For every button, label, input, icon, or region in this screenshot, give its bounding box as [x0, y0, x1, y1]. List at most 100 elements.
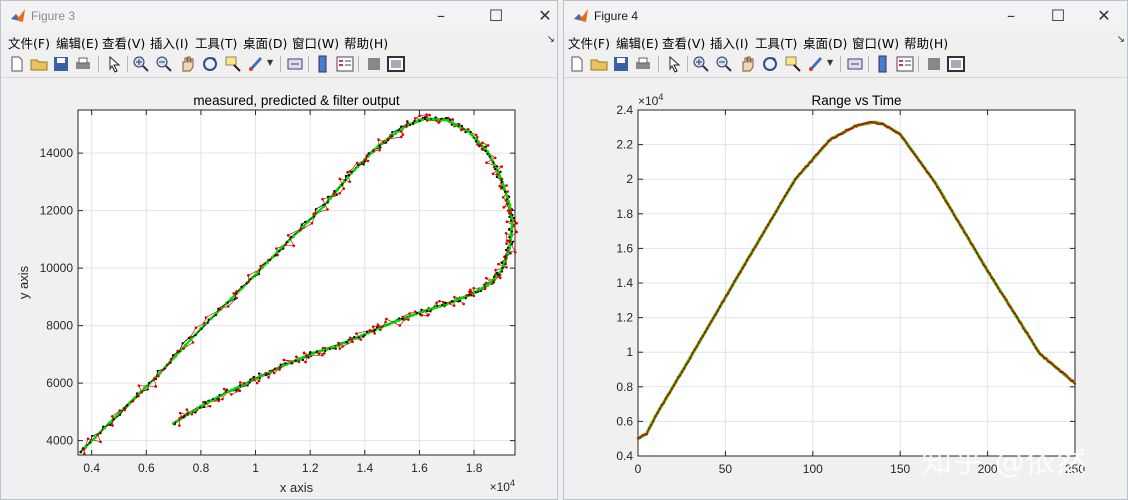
x-tick-label: 100 — [803, 462, 823, 476]
brush-icon[interactable] — [246, 54, 266, 74]
brush-dropdown-icon[interactable]: ▼ — [267, 58, 273, 67]
title-bar[interactable]: Figure 3 – ☐ ✕ — [1, 1, 557, 31]
colorbar-icon[interactable] — [873, 54, 893, 74]
legend-icon[interactable] — [895, 54, 915, 74]
measured-point — [259, 264, 262, 268]
brush-icon[interactable] — [806, 54, 826, 74]
print-icon[interactable] — [633, 54, 653, 74]
zoom-out-icon[interactable] — [714, 54, 734, 74]
range-point — [946, 202, 949, 205]
menu-insert[interactable]: 插入(I) — [150, 33, 188, 52]
brush-dropdown-icon[interactable]: ▼ — [827, 58, 833, 67]
measured-point — [297, 360, 301, 364]
measured-point — [508, 240, 512, 243]
range-point — [978, 256, 981, 259]
range-point — [969, 242, 973, 245]
predicted-point — [508, 215, 511, 219]
predicted-point — [202, 405, 206, 409]
hide-plot-tools-icon[interactable] — [924, 54, 944, 74]
open-file-icon[interactable] — [589, 54, 609, 74]
range-point — [806, 164, 809, 168]
data-cursor-icon[interactable] — [783, 54, 803, 74]
menu-tools[interactable]: 工具(T) — [195, 33, 237, 52]
pan-icon[interactable] — [737, 54, 757, 74]
minimize-button[interactable]: – — [988, 3, 1034, 29]
range-point — [990, 276, 993, 279]
maximize-button[interactable]: ☐ — [473, 3, 519, 29]
close-button[interactable]: ✕ — [1081, 3, 1127, 29]
measured-point — [493, 156, 497, 160]
filter-output-point — [209, 316, 213, 321]
colorbar-icon[interactable] — [313, 54, 333, 74]
range-point — [965, 233, 968, 237]
menu-view[interactable]: 查看(V) — [662, 33, 705, 52]
link-plot-icon[interactable] — [285, 54, 305, 74]
menu-desktop[interactable]: 桌面(D) — [803, 33, 847, 52]
toolbar-separator — [840, 56, 841, 72]
range-point — [959, 224, 962, 227]
close-button[interactable]: ✕ — [522, 3, 557, 29]
maximize-button[interactable]: ☐ — [1035, 3, 1081, 29]
range-point — [892, 129, 895, 132]
range-point — [1024, 330, 1027, 333]
measured-point — [513, 219, 516, 223]
menu-window[interactable]: 窗口(W) — [852, 33, 899, 52]
range-point — [1038, 352, 1042, 356]
menu-window[interactable]: 窗口(W) — [292, 33, 339, 52]
measured-point — [226, 305, 230, 308]
x-tick-label: 0.4 — [83, 461, 100, 475]
rotate-3d-icon[interactable] — [760, 54, 780, 74]
pointer-icon[interactable] — [104, 54, 124, 74]
predicted-point — [457, 300, 460, 303]
hide-plot-tools-icon[interactable] — [364, 54, 384, 74]
menu-view[interactable]: 查看(V) — [102, 33, 145, 52]
data-cursor-icon[interactable] — [223, 54, 243, 74]
filter-output-point — [407, 314, 411, 319]
new-figure-icon[interactable] — [7, 54, 27, 74]
rotate-3d-icon[interactable] — [200, 54, 220, 74]
title-bar[interactable]: Figure 4 – ☐ ✕ — [564, 1, 1127, 31]
menu-desktop[interactable]: 桌面(D) — [243, 33, 287, 52]
predicted-point — [449, 118, 452, 122]
filter-output-point — [306, 219, 311, 224]
zoom-in-icon[interactable] — [131, 54, 151, 74]
pointer-icon[interactable] — [664, 54, 684, 74]
legend-icon[interactable] — [335, 54, 355, 74]
minimize-button[interactable]: – — [418, 3, 464, 29]
menu-edit[interactable]: 编辑(E) — [616, 33, 659, 52]
maximize-icon: ☐ — [488, 6, 504, 25]
menu-file[interactable]: 文件(F) — [568, 33, 610, 52]
menu-overflow-icon[interactable]: ↘ — [1117, 34, 1125, 45]
menu-insert[interactable]: 插入(I) — [710, 33, 748, 52]
zoom-in-icon[interactable] — [691, 54, 711, 74]
new-figure-icon[interactable] — [567, 54, 587, 74]
measured-point — [186, 413, 189, 416]
predicted-point — [493, 275, 496, 278]
y-tick-label: 4000 — [46, 434, 73, 448]
menu-help[interactable]: 帮助(H) — [904, 33, 948, 52]
menu-file[interactable]: 文件(F) — [8, 33, 50, 52]
measured-point — [275, 247, 278, 250]
menu-tools[interactable]: 工具(T) — [755, 33, 797, 52]
show-plot-tools-icon[interactable] — [946, 54, 966, 74]
save-icon[interactable] — [611, 54, 631, 74]
link-plot-icon[interactable] — [845, 54, 865, 74]
print-icon[interactable] — [73, 54, 93, 74]
menu-overflow-icon[interactable]: ↘ — [547, 34, 555, 45]
range-point — [818, 149, 822, 152]
range-point — [905, 141, 908, 144]
show-plot-tools-icon[interactable] — [386, 54, 406, 74]
trajectory-plot[interactable]: 0.4 0.6 0.8 1 1.2 1.4 1.6 1.8 4000 6000 8000 10000 1… — [1, 78, 558, 500]
zoom-out-icon[interactable] — [154, 54, 174, 74]
menu-edit[interactable]: 编辑(E) — [56, 33, 99, 52]
predicted-point — [434, 116, 437, 119]
pan-icon[interactable] — [177, 54, 197, 74]
save-icon[interactable] — [51, 54, 71, 74]
range-point — [754, 245, 757, 248]
measured-point — [178, 424, 181, 427]
filter-output-point — [453, 122, 457, 126]
menu-help[interactable]: 帮助(H) — [344, 33, 388, 52]
open-file-icon[interactable] — [29, 54, 49, 74]
y-tick-label: 1.4 — [616, 276, 633, 290]
predicted-point — [313, 215, 316, 218]
